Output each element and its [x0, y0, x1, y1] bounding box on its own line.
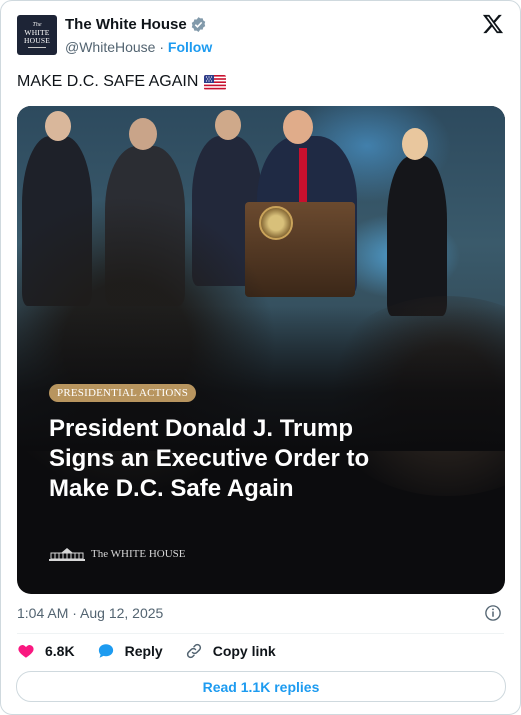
avatar-text-house: HOUSE	[23, 35, 50, 45]
photo-figure	[387, 156, 447, 316]
photo-head	[402, 128, 428, 160]
headline-line: President Donald J. Trump	[49, 415, 354, 442]
tweet-text: MAKE D.C. SAFE AGAIN	[17, 73, 199, 90]
reply-icon	[98, 644, 113, 658]
media-card[interactable]: PRESIDENTIAL ACTIONS President Donald J.…	[17, 106, 505, 594]
headline-line: Make D.C. Safe Again	[49, 475, 294, 502]
heart-icon	[18, 645, 34, 658]
like-count: 6.8K	[45, 643, 75, 659]
like-button[interactable]: 6.8K	[17, 642, 75, 660]
media-headline: President Donald J. Trump Signs an Execu…	[49, 414, 469, 504]
avatar-rule	[28, 47, 46, 48]
photo-tie	[299, 148, 307, 206]
photo-head	[129, 118, 157, 150]
white-house-building-icon	[49, 548, 85, 561]
photo-head	[45, 111, 71, 141]
divider	[17, 633, 504, 634]
timestamp[interactable]: 1:04 AM · Aug 12, 2025	[17, 605, 163, 621]
category-tag: PRESIDENTIAL ACTIONS	[49, 384, 197, 402]
info-icon[interactable]	[484, 604, 502, 622]
presidential-seal	[259, 206, 293, 240]
photo-head	[283, 110, 313, 144]
tweet-text-row: MAKE D.C. SAFE AGAIN	[17, 73, 227, 91]
display-name[interactable]: The White House	[65, 16, 187, 33]
reply-button[interactable]: Reply	[97, 642, 163, 660]
handle-separator: ·	[155, 39, 168, 55]
white-house-logo: The WHITE HOUSE	[49, 547, 186, 561]
tweet-card: The WHITE HOUSE The White House @WhiteHo…	[0, 0, 521, 715]
follow-button[interactable]: Follow	[168, 39, 212, 55]
avatar[interactable]: The WHITE HOUSE	[17, 15, 57, 55]
photo-head	[215, 110, 241, 140]
us-flag-icon	[204, 74, 227, 90]
author-name-row: The White House	[65, 16, 207, 33]
handle[interactable]: @WhiteHouse	[65, 39, 155, 55]
read-replies-button[interactable]: Read 1.1K replies	[16, 671, 506, 702]
action-bar: 6.8K Reply Copy link	[17, 642, 298, 660]
headline-line: Signs an Executive Order to	[49, 445, 370, 472]
verified-badge-icon	[191, 17, 205, 32]
copy-link-label: Copy link	[212, 643, 276, 659]
copy-link-button[interactable]: Copy link	[185, 642, 276, 660]
handle-row: @WhiteHouse · Follow	[65, 39, 212, 55]
reply-label: Reply	[124, 643, 163, 659]
avatar-text-the: The	[32, 22, 42, 28]
x-logo-icon[interactable]	[482, 13, 504, 35]
link-icon	[186, 643, 201, 659]
white-house-logo-text: The WHITE HOUSE	[91, 548, 186, 560]
